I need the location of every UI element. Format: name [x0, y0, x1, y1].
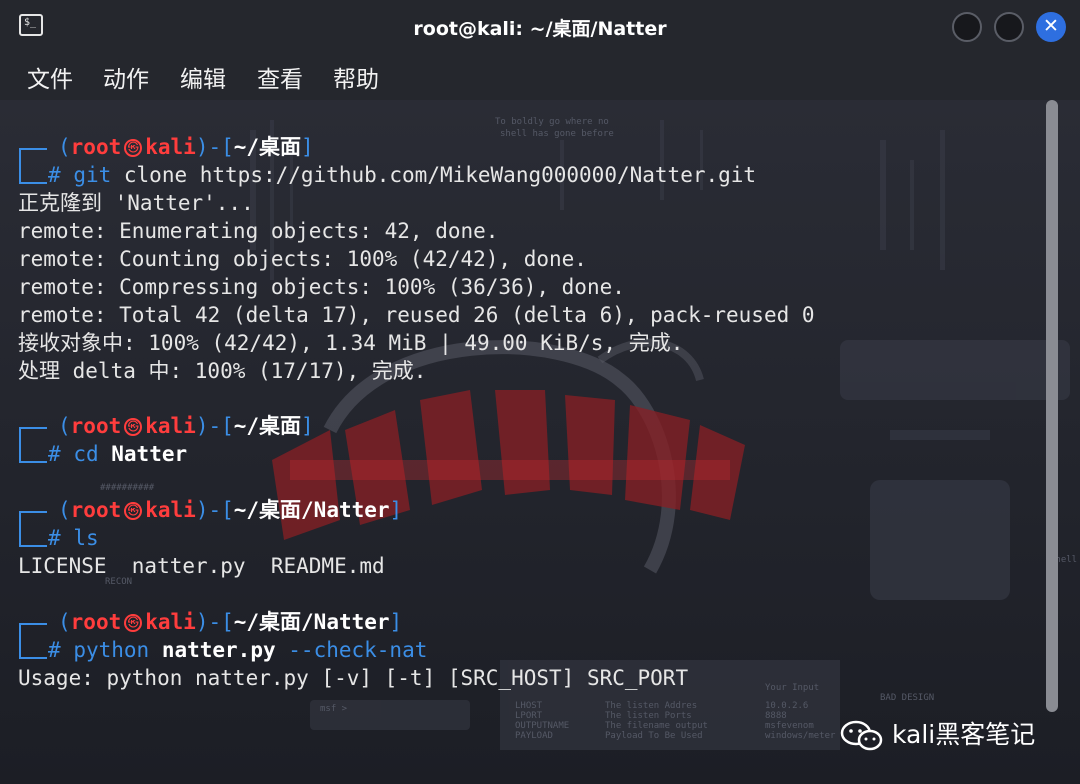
prompt-host: kali	[145, 414, 196, 438]
prompt-close: ]	[389, 610, 403, 634]
command-line-2: # cd Natter	[48, 440, 187, 468]
prompt-host: kali	[145, 135, 196, 159]
prompt-host: kali	[145, 610, 196, 634]
output-line: remote: Total 42 (delta 17), reused 26 (…	[18, 303, 815, 327]
output-line: remote: Counting objects: 100% (42/42), …	[18, 247, 587, 271]
command-line-3: # ls	[48, 524, 99, 552]
skull-icon: ㉿	[124, 139, 143, 157]
prompt-join: )-[	[195, 135, 234, 159]
output-line: 接收对象中: 100% (42/42), 1.34 MiB | 49.00 Ki…	[18, 331, 684, 355]
prompt-header-2: (root ㉿ kali)-[~/桌面]	[58, 412, 314, 440]
prompt-open: (	[58, 610, 71, 634]
menu-file[interactable]: 文件	[27, 60, 73, 94]
prompt-join: )-[	[195, 414, 234, 438]
wechat-icon	[840, 720, 883, 751]
bg-text-payload: PAYLOAD	[515, 731, 553, 741]
bg-text-lport: LPORT	[515, 711, 543, 721]
command-name: ls	[73, 526, 99, 550]
output-line: remote: Compressing objects: 100% (36/36…	[18, 275, 625, 299]
prompt-header-4: (root ㉿ kali)-[~/桌面/Natter]	[58, 608, 402, 636]
prompt-join: )-[	[195, 610, 234, 634]
bg-text-port: 8888	[765, 711, 787, 721]
prompt-close: ]	[301, 135, 314, 159]
prompt-close: ]	[389, 498, 403, 522]
close-button[interactable]: ✕	[1036, 12, 1066, 42]
prompt-frame-bottom	[19, 439, 47, 463]
prompt-path: ~/桌面	[233, 135, 302, 159]
skull-icon: ㉿	[124, 502, 143, 520]
prompt-user: root	[70, 135, 122, 159]
prompt-frame-bottom	[19, 160, 47, 184]
terminal-window: $_ root@kali: ~/桌面/Natter ✕ 文件 动作 编辑 查看 …	[0, 0, 1080, 784]
bg-text-listen-ports: The listen Ports	[605, 711, 692, 721]
prompt-open: (	[58, 414, 71, 438]
prompt-open: (	[58, 135, 71, 159]
prompt-host: kali	[145, 498, 196, 522]
prompt-user: root	[70, 610, 122, 634]
bg-text-lhost: LHOST	[515, 701, 543, 711]
maximize-button[interactable]	[994, 12, 1024, 42]
prompt-header-3: (root ㉿ kali)-[~/桌面/Natter]	[58, 496, 402, 524]
prompt-hash: #	[48, 526, 61, 550]
prompt-path: ~/桌面	[233, 414, 302, 438]
bg-text-bad-design: BAD DESIGN	[880, 693, 934, 703]
bg-text-hashes: ##########	[100, 483, 155, 493]
menu-actions[interactable]: 动作	[103, 60, 149, 94]
command-line-4: # python natter.py --check-nat	[48, 636, 427, 664]
watermark-label: kali黑客笔记	[892, 720, 1036, 749]
prompt-open: (	[58, 498, 71, 522]
skull-icon: ㉿	[124, 614, 143, 632]
prompt-path: ~/桌面/Natter	[233, 498, 390, 522]
command-name: python	[73, 638, 150, 662]
bg-text-msfevenom: msfevenom	[765, 721, 814, 731]
output-line: LICENSE natter.py README.md	[18, 554, 385, 578]
bg-text-windows: windows/meter	[765, 731, 836, 741]
bg-text-quote-2: shell has gone before	[500, 129, 614, 139]
bg-text-ip: 10.0.2.6	[765, 701, 808, 711]
bg-text-listen-addr: The listen Addres	[605, 701, 697, 711]
prompt-hash: #	[48, 163, 61, 187]
window-title: root@kali: ~/桌面/Natter	[413, 18, 667, 40]
command-args: natter.py	[161, 638, 276, 662]
prompt-path: ~/桌面/Natter	[233, 610, 390, 634]
output-line: Usage: python natter.py [-v] [-t] [SRC_H…	[18, 666, 689, 690]
output-line: remote: Enumerating objects: 42, done.	[18, 219, 499, 243]
prompt-frame-bottom	[19, 635, 47, 659]
bg-text-outputname: OUTPUTNAME	[515, 721, 569, 731]
close-icon: ✕	[1043, 15, 1059, 37]
output-line: 处理 delta 中: 100% (17/17), 完成.	[18, 359, 427, 383]
command-args: clone https://github.com/MikeWang000000/…	[111, 163, 757, 187]
prompt-header-1: (root ㉿ kali)-[~/桌面]	[58, 133, 314, 161]
menu-help[interactable]: 帮助	[333, 60, 379, 94]
prompt-join: )-[	[195, 498, 234, 522]
prompt-close: ]	[301, 414, 314, 438]
bg-text-your-input: Your Input	[765, 683, 819, 693]
prompt-hash: #	[48, 638, 61, 662]
output-line: 正克隆到 'Natter'...	[18, 191, 254, 215]
vertical-scrollbar[interactable]	[1046, 100, 1058, 712]
menu-edit[interactable]: 编辑	[180, 60, 226, 94]
bg-text-payload-used: Payload To Be Used	[605, 731, 703, 741]
bg-text-msf: msf >	[320, 704, 348, 714]
menu-bar: 文件 动作 编辑 查看 帮助	[0, 54, 1080, 100]
prompt-user: root	[70, 414, 122, 438]
command-name: cd	[73, 442, 99, 466]
command-name: git	[73, 163, 112, 187]
skull-icon: ㉿	[124, 418, 143, 436]
bg-text-filename: The filename output	[605, 721, 708, 731]
command-flag: --check-nat	[288, 638, 428, 662]
minimize-button[interactable]	[952, 12, 982, 42]
prompt-hash: #	[48, 442, 61, 466]
command-args: Natter	[111, 442, 188, 466]
menu-view[interactable]: 查看	[257, 60, 303, 94]
command-line-1: # git clone https://github.com/MikeWang0…	[48, 161, 756, 189]
bg-text-quote-1: To boldly go where no	[495, 117, 609, 127]
prompt-frame-bottom	[19, 523, 47, 547]
title-bar[interactable]: $_ root@kali: ~/桌面/Natter ✕	[0, 0, 1080, 54]
prompt-user: root	[70, 498, 122, 522]
